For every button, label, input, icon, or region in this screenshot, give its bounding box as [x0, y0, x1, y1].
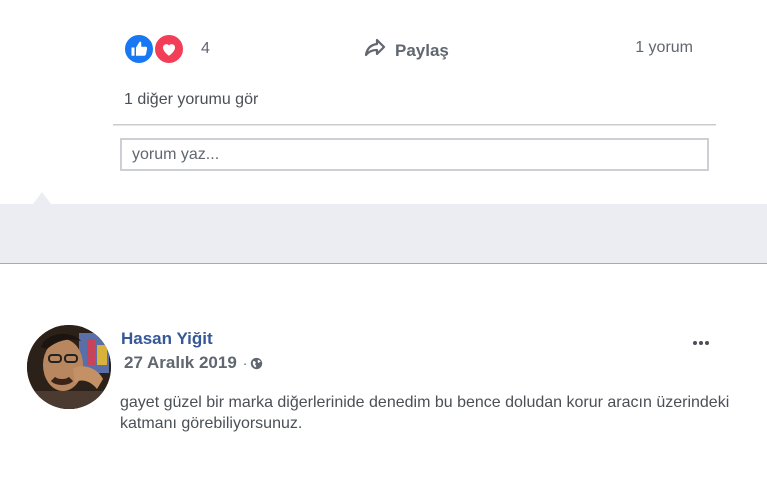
share-label: Paylaş: [395, 40, 449, 60]
globe-icon[interactable]: [250, 357, 263, 370]
post-text: gayet güzel bir marka diğerlerinide dene…: [120, 394, 730, 432]
post-actions-bar: 4 Paylaş 1 yorum: [123, 31, 703, 67]
share-arrow-icon: [363, 36, 395, 65]
more-options-icon[interactable]: [690, 334, 712, 352]
like-icon: [123, 33, 155, 65]
love-icon: [153, 33, 185, 65]
post-timestamp[interactable]: 27 Aralık 2019: [124, 353, 237, 373]
comment-input[interactable]: [120, 138, 709, 171]
comment-count-link[interactable]: 1 yorum: [635, 39, 693, 57]
post-separator: [0, 204, 767, 264]
avatar[interactable]: [27, 325, 111, 409]
view-more-comments-link[interactable]: 1 diğer yorumu gör: [124, 91, 258, 108]
post-author-name[interactable]: Hasan Yiğit: [121, 329, 213, 349]
reaction-icons[interactable]: [123, 33, 189, 65]
separator-notch: [33, 192, 51, 204]
post-meta: 27 Aralık 2019 ·: [124, 353, 263, 373]
meta-separator: ·: [242, 355, 248, 371]
reaction-count[interactable]: 4: [201, 40, 210, 58]
more-comments-row: 1 diğer yorumu gör: [113, 84, 716, 125]
share-button[interactable]: Paylaş: [363, 36, 449, 65]
